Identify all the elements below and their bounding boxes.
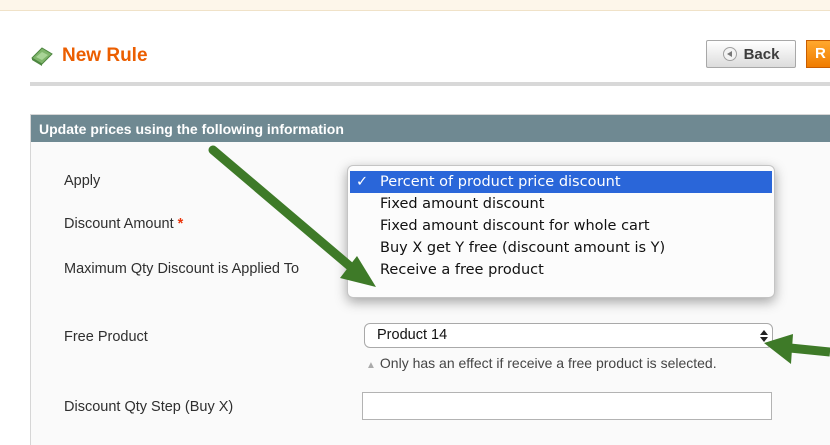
annotation-arrows bbox=[208, 145, 830, 364]
annotation-arrow-right bbox=[764, 334, 830, 364]
annotation-arrow-left bbox=[208, 145, 376, 287]
